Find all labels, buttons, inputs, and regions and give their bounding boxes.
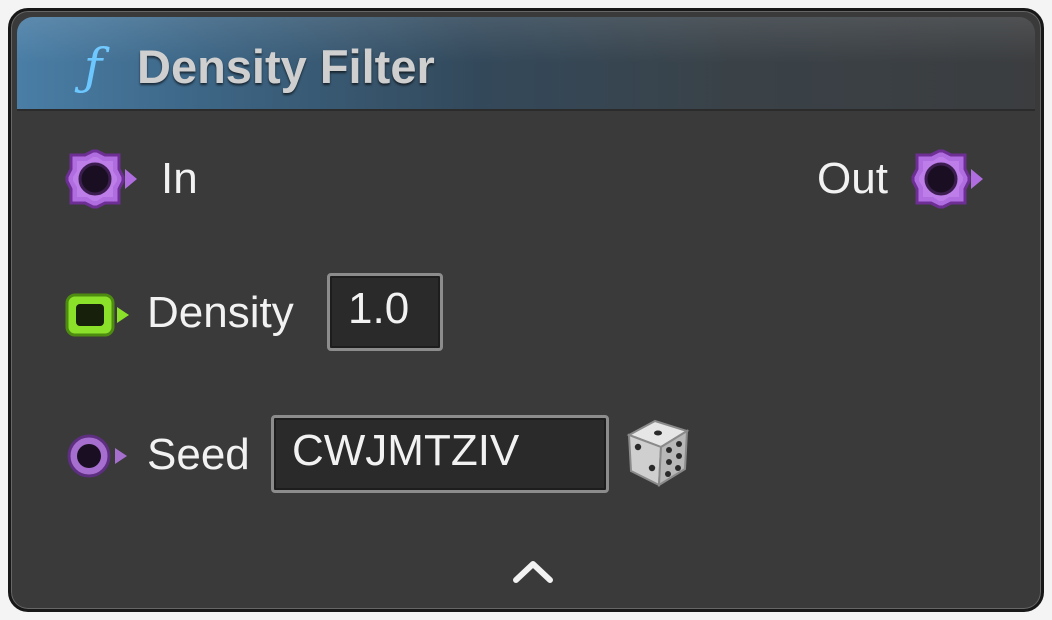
density-filter-node[interactable]: ƒ Density Filter In Out Density 1.0 Seed…	[8, 8, 1044, 612]
out-pin-icon[interactable]	[909, 147, 985, 211]
node-header[interactable]: ƒ Density Filter	[17, 17, 1035, 109]
seed-pin-icon[interactable]	[63, 431, 133, 481]
in-pin-label: In	[161, 154, 198, 203]
seed-input[interactable]: CWJMTZIV	[271, 415, 609, 493]
seed-label: Seed	[147, 430, 250, 479]
dice-icon[interactable]	[623, 415, 693, 489]
in-pin-icon[interactable]	[63, 147, 139, 211]
node-title: Density Filter	[137, 40, 435, 93]
function-icon: ƒ	[83, 38, 103, 96]
density-input[interactable]: 1.0	[327, 273, 443, 351]
out-pin-label: Out	[817, 154, 888, 203]
density-pin-icon[interactable]	[63, 291, 133, 339]
density-label: Density	[147, 288, 294, 337]
chevron-up-icon[interactable]	[511, 556, 555, 586]
